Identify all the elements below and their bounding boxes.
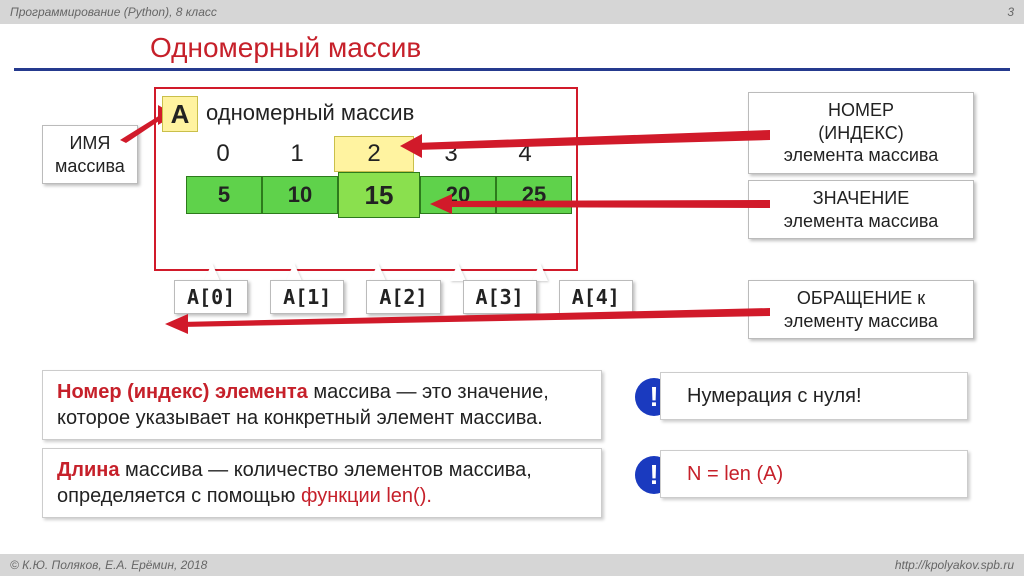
cell-4: 25 — [496, 176, 572, 214]
label-index: НОМЕР (ИНДЕКС) элемента массива — [748, 92, 974, 174]
page-title: Одномерный массив — [0, 24, 1024, 68]
label-ref: ОБРАЩЕНИЕ к элементу массива — [748, 280, 974, 339]
access-row: A[0] A[1] A[2] A[3] A[4] — [174, 280, 633, 314]
access-2: A[2] — [366, 280, 440, 314]
access-0: A[0] — [174, 280, 248, 314]
array-subtitle: одномерный массив — [206, 100, 414, 126]
cell-0: 5 — [186, 176, 262, 214]
array-name: A — [162, 96, 198, 132]
course-header: Программирование (Python), 8 класс — [10, 5, 217, 19]
index-3: 3 — [414, 140, 488, 172]
label-value: ЗНАЧЕНИЕ элемента массива — [748, 180, 974, 239]
page-number: 3 — [1007, 5, 1014, 19]
access-4: A[4] — [559, 280, 633, 314]
note-len: N = len (A) — [660, 450, 968, 498]
cell-3: 20 — [420, 176, 496, 214]
title-underline — [14, 68, 1010, 74]
index-row: 01234 — [186, 140, 562, 172]
access-3: A[3] — [463, 280, 537, 314]
def-length: Длина массива — количество элементов мас… — [42, 448, 602, 518]
label-name: ИМЯ массива — [42, 125, 138, 184]
value-row: 510152025 — [186, 176, 572, 218]
copyright: © К.Ю. Поляков, Е.А. Ерёмин, 2018 — [10, 558, 207, 572]
note-zero: Нумерация с нуля! — [660, 372, 968, 420]
def-index: Номер (индекс) элемента массива — это зн… — [42, 370, 602, 440]
cell-1: 10 — [262, 176, 338, 214]
index-1: 1 — [260, 140, 334, 172]
access-1: A[1] — [270, 280, 344, 314]
index-2: 2 — [334, 136, 414, 172]
site-url: http://kpolyakov.spb.ru — [895, 558, 1014, 572]
index-4: 4 — [488, 140, 562, 172]
index-0: 0 — [186, 140, 260, 172]
cell-2: 15 — [338, 172, 420, 218]
